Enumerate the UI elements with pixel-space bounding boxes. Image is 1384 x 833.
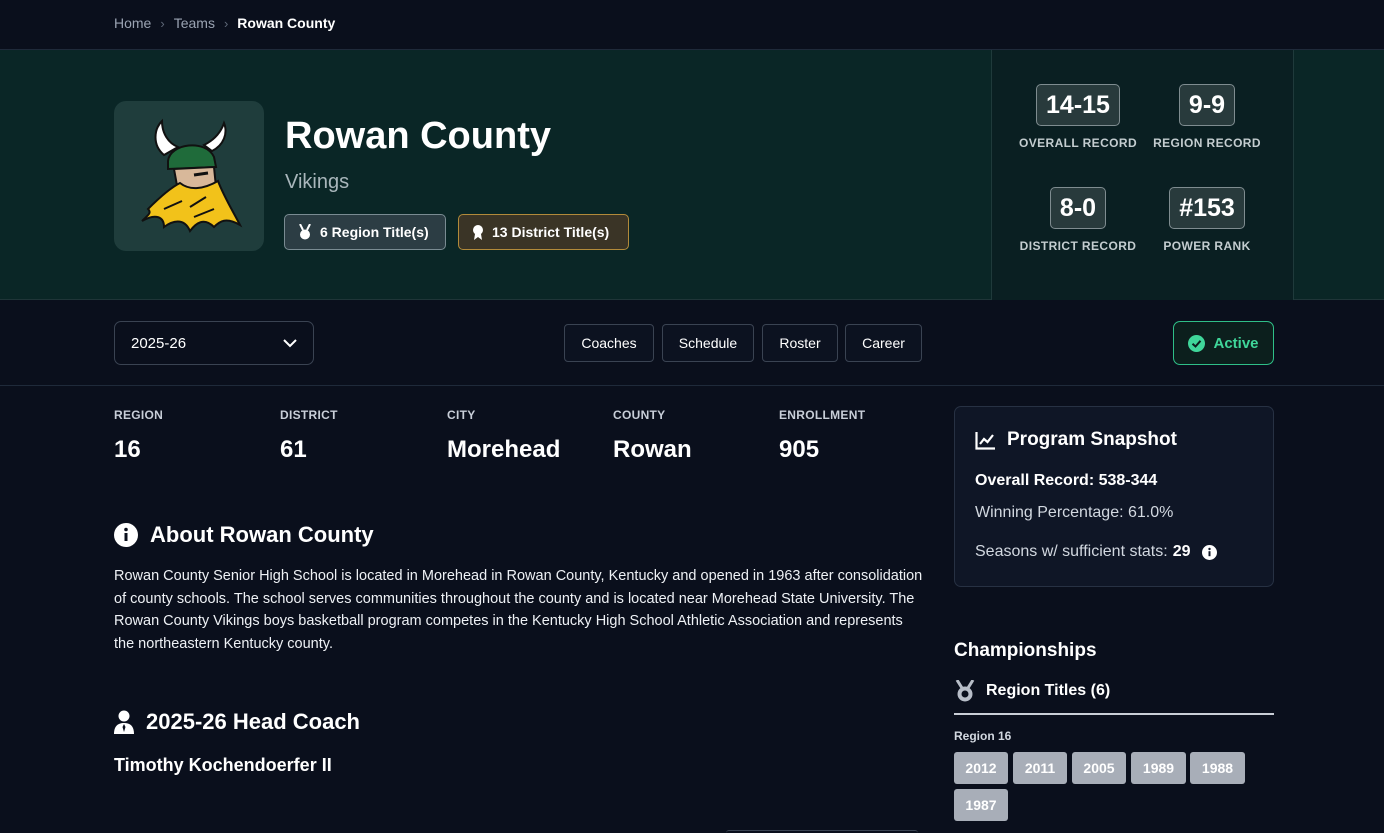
about-heading: About Rowan County: [114, 522, 374, 548]
info-value: 905: [779, 436, 820, 463]
seasons-label: Seasons w/ sufficient stats:: [975, 543, 1168, 560]
snapshot-winning-pct: Winning Percentage: 61.0%: [975, 504, 1174, 521]
info-value: Morehead: [447, 436, 561, 463]
year-chip[interactable]: 2011: [1013, 752, 1067, 784]
year-chip[interactable]: 2005: [1072, 752, 1126, 784]
viking-logo-icon: [141, 118, 243, 233]
active-tab-underline: [954, 713, 1274, 715]
user-tie-icon: [114, 710, 134, 734]
snapshot-title: Program Snapshot: [1007, 429, 1177, 450]
chevron-right-icon: ›: [160, 15, 165, 31]
info-icon: [114, 523, 138, 547]
tab-coaches[interactable]: Coaches: [564, 324, 654, 362]
season-select[interactable]: 2025-26: [114, 321, 314, 365]
district-titles-badge: 13 District Title(s): [458, 214, 629, 250]
breadcrumb-home[interactable]: Home: [114, 15, 151, 31]
program-snapshot-card: Program Snapshot Overall Record: 538-344…: [954, 406, 1274, 587]
info-label: CITY: [447, 408, 476, 422]
status-label: Active: [1213, 334, 1259, 352]
stat-value: 8-0: [1049, 187, 1107, 229]
info-value: 16: [114, 436, 141, 463]
year-chip[interactable]: 1989: [1131, 752, 1186, 784]
info-label: ENROLLMENT: [779, 408, 866, 422]
info-label: REGION: [114, 408, 164, 422]
info-county: COUNTY Rowan: [613, 408, 692, 464]
stat-district-record: 8-0 DISTRICT RECORD: [1013, 187, 1143, 253]
info-icon[interactable]: [1202, 544, 1218, 560]
seasons-value: 29: [1172, 543, 1191, 560]
region-titles-badge: 6 Region Title(s): [284, 214, 446, 250]
team-logo: [114, 101, 264, 251]
team-name: Rowan County: [285, 115, 551, 157]
head-coach-title: 2025-26 Head Coach: [146, 709, 360, 734]
team-hero: Rowan County Vikings 6 Region Title(s) 1…: [0, 50, 1384, 300]
info-enrollment: ENROLLMENT 905: [779, 408, 865, 464]
stat-power-rank: #153 POWER RANK: [1142, 187, 1272, 253]
info-district: DISTRICT 61: [280, 408, 338, 464]
line-chart-icon: [975, 431, 995, 450]
record-stats-panel: 14-15 OVERALL RECORD 9-9 REGION RECORD 8…: [991, 50, 1294, 300]
info-value: Rowan: [613, 436, 692, 463]
tab-roster[interactable]: Roster: [762, 324, 838, 362]
info-label: DISTRICT: [280, 408, 338, 422]
team-mascot: Vikings: [285, 171, 350, 193]
year-chip[interactable]: 1988: [1190, 752, 1245, 784]
stat-label: REGION RECORD: [1153, 136, 1261, 150]
region-titles-tab-label: Region Titles (6): [986, 682, 1111, 699]
snapshot-overall-record: Overall Record: 538-344: [975, 472, 1158, 489]
info-value: 61: [280, 436, 307, 463]
district-titles-label: 13 District Title(s): [492, 224, 610, 240]
stat-value: 9-9: [1178, 84, 1236, 126]
check-circle-icon: [1188, 334, 1206, 352]
chevron-down-icon: [283, 338, 297, 347]
stat-overall-record: 14-15 OVERALL RECORD: [1013, 84, 1143, 150]
snapshot-heading: Program Snapshot: [975, 429, 1177, 451]
medal-icon: [299, 224, 311, 240]
stat-value: 14-15: [1036, 84, 1120, 126]
tab-schedule[interactable]: Schedule: [662, 324, 754, 362]
stat-region-record: 9-9 REGION RECORD: [1142, 84, 1272, 150]
chevron-right-icon: ›: [223, 15, 229, 31]
tab-region-titles[interactable]: Region Titles (6): [954, 680, 1110, 702]
coach-name[interactable]: Timothy Kochendoerfer II: [114, 755, 332, 776]
award-icon: [473, 225, 483, 240]
info-label: COUNTY: [613, 408, 666, 422]
season-value: 2025-26: [131, 334, 187, 352]
about-text: Rowan County Senior High School is locat…: [114, 568, 923, 652]
snapshot-seasons: Seasons w/ sufficient stats: 29: [975, 543, 1218, 561]
info-city: CITY Morehead: [447, 408, 560, 464]
tab-career[interactable]: Career: [845, 324, 922, 362]
head-coach-heading: 2025-26 Head Coach: [114, 709, 360, 735]
breadcrumb-current: Rowan County: [237, 15, 336, 31]
divider: [0, 385, 1384, 386]
year-chip[interactable]: 1987: [954, 789, 1008, 821]
status-badge: Active: [1173, 321, 1274, 365]
championships-heading: Championships: [954, 640, 1097, 661]
stat-label: OVERALL RECORD: [1018, 136, 1138, 150]
breadcrumb-teams[interactable]: Teams: [174, 15, 215, 31]
stat-label: POWER RANK: [1163, 239, 1251, 253]
region-group-label: Region 16: [954, 729, 1012, 743]
info-region: REGION 16: [114, 408, 163, 464]
breadcrumb: Home › Teams › Rowan County: [114, 13, 335, 33]
stat-value: #153: [1169, 187, 1245, 229]
region-titles-label: 6 Region Title(s): [320, 224, 429, 240]
medal-icon: [955, 680, 975, 702]
stat-label: DISTRICT RECORD: [1019, 239, 1137, 253]
year-chip[interactable]: 2012: [954, 752, 1008, 784]
about-title: About Rowan County: [150, 522, 374, 547]
